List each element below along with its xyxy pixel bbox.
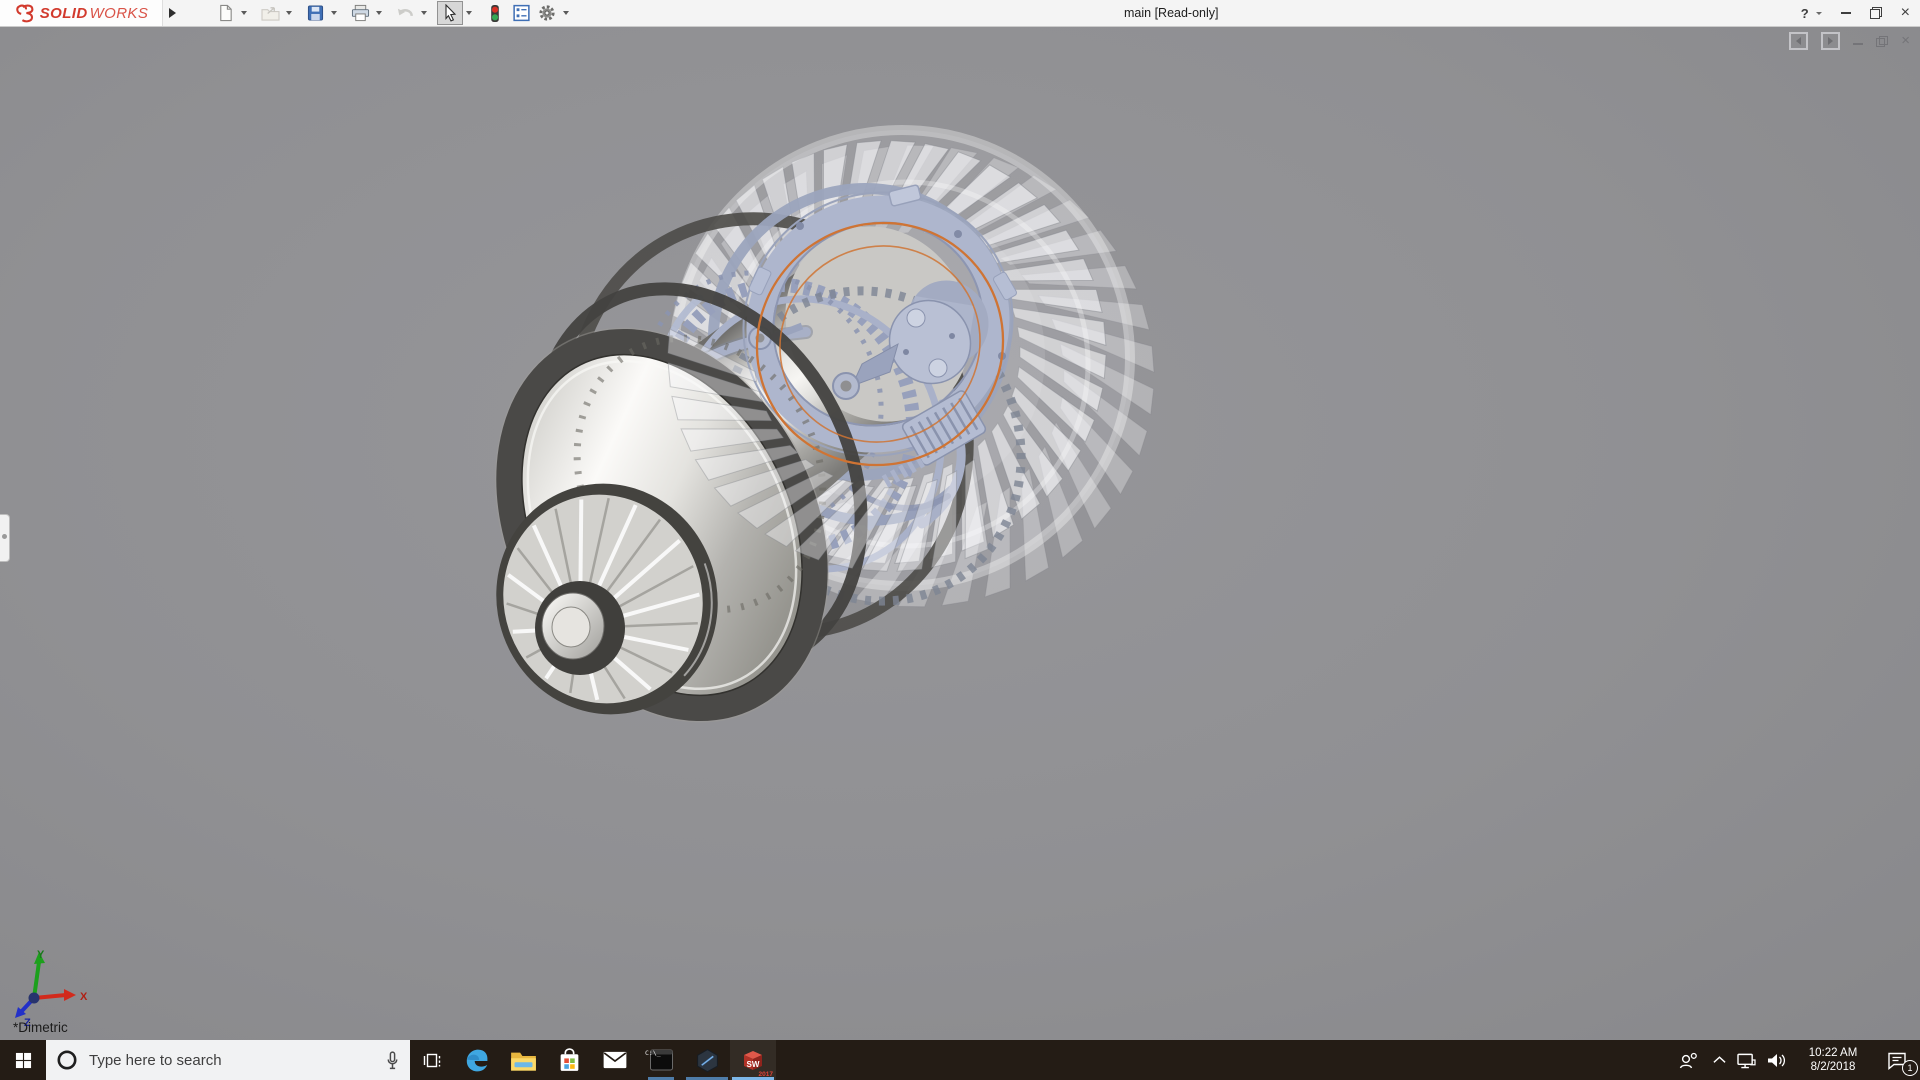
taskbar-app-explorer[interactable] (500, 1040, 546, 1080)
open-folder-icon (260, 6, 280, 21)
network-button[interactable] (1732, 1040, 1760, 1080)
start-button[interactable] (0, 1040, 46, 1080)
print-icon (351, 4, 369, 22)
save-button[interactable] (302, 1, 328, 25)
people-icon (1679, 1052, 1697, 1068)
window-controls: ? × (1801, 0, 1910, 26)
minimize-button[interactable] (1840, 0, 1851, 26)
brand-works: WORKS (89, 4, 149, 22)
people-button[interactable] (1670, 1040, 1706, 1080)
taskbar-app-hexapp[interactable] (684, 1040, 730, 1080)
titlebar: SOLID WORKS main [Read-only] ? × (0, 0, 1920, 27)
network-icon (1736, 1053, 1756, 1068)
terminal-prompt-text: C:\_ (645, 1049, 661, 1057)
taskbar-search[interactable] (46, 1040, 410, 1080)
volume-button[interactable] (1760, 1040, 1792, 1080)
engine-model[interactable] (0, 26, 1920, 1040)
taskbar-app-mail[interactable] (592, 1040, 638, 1080)
hidden-icons-button[interactable] (1706, 1040, 1732, 1080)
traffic-light-icon (491, 4, 499, 22)
arrow-right-icon (168, 8, 176, 18)
solidworks-icon: SW (744, 1051, 762, 1070)
rebuild-button[interactable] (482, 1, 508, 25)
store-icon (560, 1047, 578, 1071)
gear-icon (539, 5, 555, 21)
search-input[interactable] (87, 1050, 376, 1070)
doc-close-icon[interactable]: × (1901, 33, 1910, 48)
taskbar-app-cmd[interactable]: C:\_ (638, 1040, 684, 1080)
taskbar-apps: C:\_ SW 2017 (454, 1040, 776, 1080)
undo-button[interactable] (392, 1, 418, 25)
notification-badge: 1 (1902, 1060, 1918, 1076)
restore-button[interactable] (1869, 7, 1882, 19)
clock-date: 8/2/2018 (1810, 1061, 1856, 1073)
taskbar-app-store[interactable] (546, 1040, 592, 1080)
caret-down-icon[interactable] (328, 2, 340, 24)
action-center-button[interactable]: 1 (1874, 1040, 1920, 1080)
caret-down-icon[interactable] (238, 2, 250, 24)
hexagon-app-icon (696, 1048, 718, 1072)
document-title: main [Read-only] (1124, 6, 1219, 20)
minimize-icon (1840, 12, 1851, 14)
new-button[interactable] (212, 1, 238, 25)
caret-down-icon[interactable] (373, 2, 385, 24)
cortana-icon (57, 1050, 77, 1070)
microphone-icon[interactable] (385, 1050, 400, 1071)
help-button[interactable]: ? (1801, 0, 1809, 26)
save-icon (307, 5, 323, 21)
select-cursor-icon (445, 4, 457, 22)
dock-left-icon[interactable] (1789, 32, 1809, 50)
dock-right-icon[interactable] (1821, 32, 1841, 50)
clock[interactable]: 10:22 AM 8/2/2018 (1796, 1040, 1870, 1080)
file-explorer-icon (510, 1052, 536, 1071)
file-properties-icon (512, 4, 530, 22)
caret-down-icon[interactable] (283, 2, 295, 24)
print-button[interactable] (347, 1, 373, 25)
chevron-up-icon (1712, 1056, 1726, 1063)
options-button[interactable] (534, 1, 560, 25)
caret-down-icon[interactable] (463, 2, 475, 24)
select-button[interactable] (437, 1, 463, 25)
taskbar: C:\_ SW2017 (0, 1040, 1920, 1080)
clock-time: 10:22 AM (1808, 1047, 1858, 1059)
svg-text:SW: SW (747, 1060, 760, 1069)
feature-manager-collapsed-tab[interactable] (0, 514, 10, 562)
new-document-icon (219, 4, 232, 22)
close-button[interactable]: × (1901, 0, 1910, 26)
view-orientation-status: *Dimetric (13, 1020, 68, 1035)
undo-icon (397, 8, 413, 17)
tab-handle-icon (2, 534, 7, 539)
task-view-button[interactable] (410, 1040, 454, 1080)
doc-minimize-icon[interactable] (1853, 43, 1864, 45)
x-axis-label: X (80, 991, 88, 1003)
volume-icon (1768, 1053, 1786, 1067)
brand-solid: SOLID (39, 4, 88, 22)
quick-access-toolbar (212, 0, 579, 26)
help-caret-icon[interactable] (1815, 11, 1822, 15)
edge-icon (466, 1049, 488, 1072)
toolbar-expand-button[interactable] (163, 0, 181, 26)
task-view-icon (423, 1053, 441, 1067)
help-icon: ? (1800, 5, 1809, 21)
doc-restore-icon[interactable] (1876, 35, 1889, 47)
system-tray: 10:22 AM 8/2/2018 1 (1670, 1040, 1920, 1080)
taskbar-app-edge[interactable] (454, 1040, 500, 1080)
mail-icon (603, 1051, 627, 1069)
solidworks-logo: SOLID WORKS (0, 0, 163, 26)
windows-logo-icon (15, 1052, 31, 1068)
caret-down-icon[interactable] (418, 2, 430, 24)
solidworks-logo-mark (15, 4, 34, 23)
graphics-viewport[interactable]: × Y X Z *Dimetric (0, 26, 1920, 1040)
open-button[interactable] (257, 1, 283, 25)
file-properties-button[interactable] (508, 1, 534, 25)
caret-down-icon[interactable] (560, 2, 572, 24)
y-axis-label: Y (37, 949, 45, 961)
document-window-controls: × (1789, 32, 1910, 50)
close-icon: × (1900, 4, 1910, 21)
taskbar-app-solidworks[interactable]: SW 2017 (730, 1040, 776, 1080)
